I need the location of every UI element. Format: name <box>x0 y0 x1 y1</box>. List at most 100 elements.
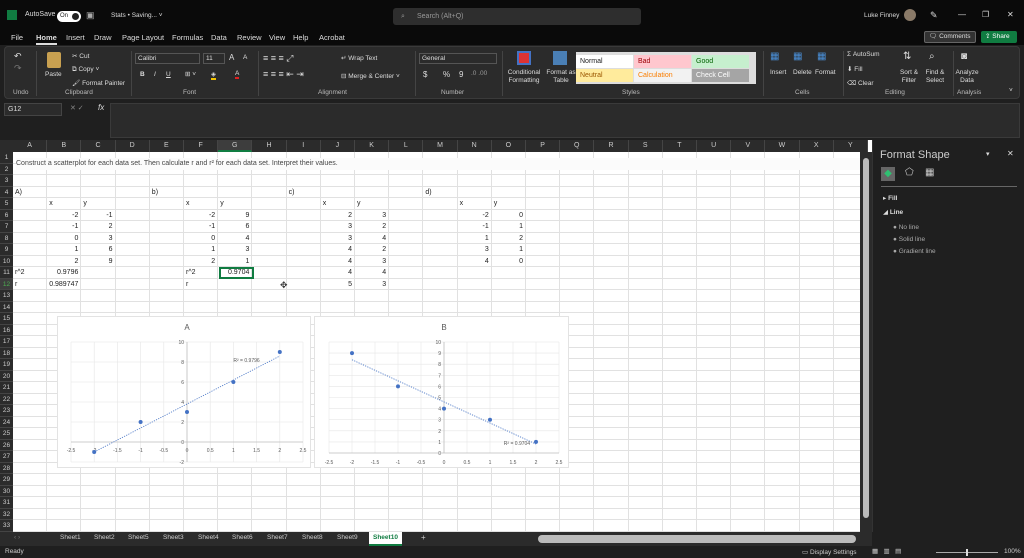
vertical-scrollbar[interactable] <box>860 152 872 532</box>
column-header-X[interactable]: X <box>799 140 834 152</box>
number-format-select[interactable]: General <box>419 53 497 64</box>
cell-F11[interactable]: r^2 <box>186 267 215 278</box>
cell-K9[interactable]: 2 <box>357 244 386 255</box>
style-check-cell[interactable]: Check Cell <box>692 69 749 82</box>
find-select-button[interactable]: Find & Select <box>923 69 947 85</box>
restore-button[interactable]: ❐ <box>982 10 989 19</box>
column-header-S[interactable]: S <box>628 140 663 152</box>
formula-input[interactable] <box>110 103 1020 138</box>
row-header-20[interactable]: 20 <box>0 370 13 382</box>
style-bad[interactable]: Bad <box>634 55 691 68</box>
cell-I4[interactable]: c) <box>289 187 318 198</box>
column-header-L[interactable]: L <box>389 140 424 152</box>
column-header-H[interactable]: H <box>252 140 287 152</box>
share-button[interactable]: ⇪ Share <box>981 31 1017 43</box>
conditional-formatting-button[interactable]: Conditional Formatting <box>505 69 543 85</box>
row-header-25[interactable]: 25 <box>0 428 13 440</box>
column-header-I[interactable]: I <box>286 140 321 152</box>
column-header-V[interactable]: V <box>731 140 766 152</box>
column-header-F[interactable]: F <box>184 140 219 152</box>
cell-K5[interactable]: y <box>357 198 386 209</box>
cell-B5[interactable]: x <box>49 198 78 209</box>
comments-button[interactable]: 🗨 Comments <box>924 31 976 43</box>
redo-icon[interactable]: ↷ <box>14 63 22 74</box>
row-header-29[interactable]: 29 <box>0 474 13 486</box>
solid-line-radio[interactable]: ● Solid line <box>893 236 925 243</box>
pane-close-button[interactable]: ✕ <box>1007 149 1014 158</box>
percent-button[interactable]: % <box>443 70 450 79</box>
insert-button[interactable]: Insert <box>770 69 786 76</box>
wrap-text-button[interactable]: ↵ Wrap Text <box>341 54 377 62</box>
sheet-tab-sheet1[interactable]: Sheet1 <box>60 534 81 541</box>
no-line-radio[interactable]: ● No line <box>893 224 919 231</box>
select-all-button[interactable] <box>0 140 13 152</box>
row-header-19[interactable]: 19 <box>0 359 13 371</box>
column-header-U[interactable]: U <box>697 140 732 152</box>
cell-A11[interactable]: r^2 <box>15 267 44 278</box>
worksheet-grid[interactable]: A B C D E F G H I J K L M N O P Q R S T U V W X Y 1 2 3 4 5 6 7 8 9 10 11 12… <box>0 140 872 532</box>
cell-C8[interactable]: 3 <box>83 233 113 244</box>
style-good[interactable]: Good <box>692 55 749 68</box>
tab-acrobat[interactable]: Acrobat <box>319 33 345 42</box>
row-header-16[interactable]: 16 <box>0 324 13 336</box>
row-header-7[interactable]: 7 <box>0 221 13 233</box>
column-header-Q[interactable]: Q <box>560 140 595 152</box>
horizontal-scrollbar[interactable] <box>538 535 856 543</box>
analyze-data-icon[interactable]: ◙ <box>961 51 967 62</box>
cell-J7[interactable]: 3 <box>323 221 352 232</box>
cell-K11[interactable]: 4 <box>357 267 386 278</box>
decrease-font-icon[interactable]: A <box>243 54 247 61</box>
cell-C5[interactable]: y <box>83 198 112 209</box>
name-box[interactable]: G12 <box>4 103 62 116</box>
cell-N8[interactable]: 1 <box>460 233 489 244</box>
increase-font-icon[interactable]: A <box>229 53 234 62</box>
fx-button[interactable]: fx <box>98 103 104 112</box>
fill-button[interactable]: ⬇ Fill <box>847 65 863 73</box>
cell-K12[interactable]: 3 <box>357 279 386 290</box>
sort-filter-icon[interactable]: ⇅ <box>903 51 911 62</box>
row-header-28[interactable]: 28 <box>0 462 13 474</box>
column-header-J[interactable]: J <box>320 140 355 152</box>
column-header-D[interactable]: D <box>115 140 150 152</box>
format-button[interactable]: Format <box>815 69 836 76</box>
font-name-select[interactable]: Calibri <box>135 53 200 64</box>
row-header-26[interactable]: 26 <box>0 439 13 451</box>
column-header-O[interactable]: O <box>491 140 526 152</box>
cell-K10[interactable]: 3 <box>357 256 386 267</box>
column-header-G[interactable]: G <box>218 140 253 152</box>
copy-button[interactable]: ⧉ Copy ˅ <box>72 66 99 74</box>
close-button[interactable]: ✕ <box>1007 10 1014 19</box>
column-header-M[interactable]: M <box>423 140 458 152</box>
cell-N9[interactable]: 3 <box>460 244 489 255</box>
row-header-17[interactable]: 17 <box>0 336 13 348</box>
tab-review[interactable]: Review <box>237 33 262 42</box>
chart-B[interactable]: B -2.5 -2 -1.5 -1 -0.5 0 0.5 1 1.5 2 2.5 0 1 2 3 4 5 6 7 8 9 1… <box>314 316 569 468</box>
cell-O10[interactable]: 0 <box>494 256 523 267</box>
row-header-8[interactable]: 8 <box>0 232 13 244</box>
row-header-5[interactable]: 5 <box>0 198 13 210</box>
clear-button[interactable]: ⌫ Clear <box>847 79 874 87</box>
delete-cells-icon[interactable]: ▦ <box>793 51 802 62</box>
cell-B7[interactable]: -1 <box>49 221 78 232</box>
row-header-9[interactable]: 9 <box>0 244 13 256</box>
cell-O8[interactable]: 2 <box>494 233 523 244</box>
cell-O7[interactable]: 1 <box>494 221 523 232</box>
row-header-15[interactable]: 15 <box>0 313 13 325</box>
style-calculation[interactable]: Calculation <box>634 69 691 82</box>
row-header-30[interactable]: 30 <box>0 485 13 497</box>
cell-J11[interactable]: 4 <box>323 267 352 278</box>
autosum-button[interactable]: Σ AutoSum <box>847 51 880 58</box>
cell-F6[interactable]: -2 <box>186 210 215 221</box>
format-painter-button[interactable]: 🖌 Format Painter <box>72 79 125 87</box>
underline-button[interactable]: U <box>166 71 171 78</box>
merge-center-button[interactable]: ⊟ Merge & Center ˅ <box>341 72 400 80</box>
autosave-toggle[interactable]: On <box>57 11 81 22</box>
column-header-T[interactable]: T <box>662 140 697 152</box>
cut-button[interactable]: ✂ Cut <box>72 52 89 60</box>
column-header-Y[interactable]: Y <box>833 140 868 152</box>
tab-page-layout[interactable]: Page Layout <box>122 33 164 42</box>
cell-N6[interactable]: -2 <box>460 210 489 221</box>
zoom-slider[interactable] <box>936 549 998 556</box>
bold-button[interactable]: B <box>140 71 145 78</box>
format-table-button[interactable]: Format as Table <box>545 69 577 85</box>
